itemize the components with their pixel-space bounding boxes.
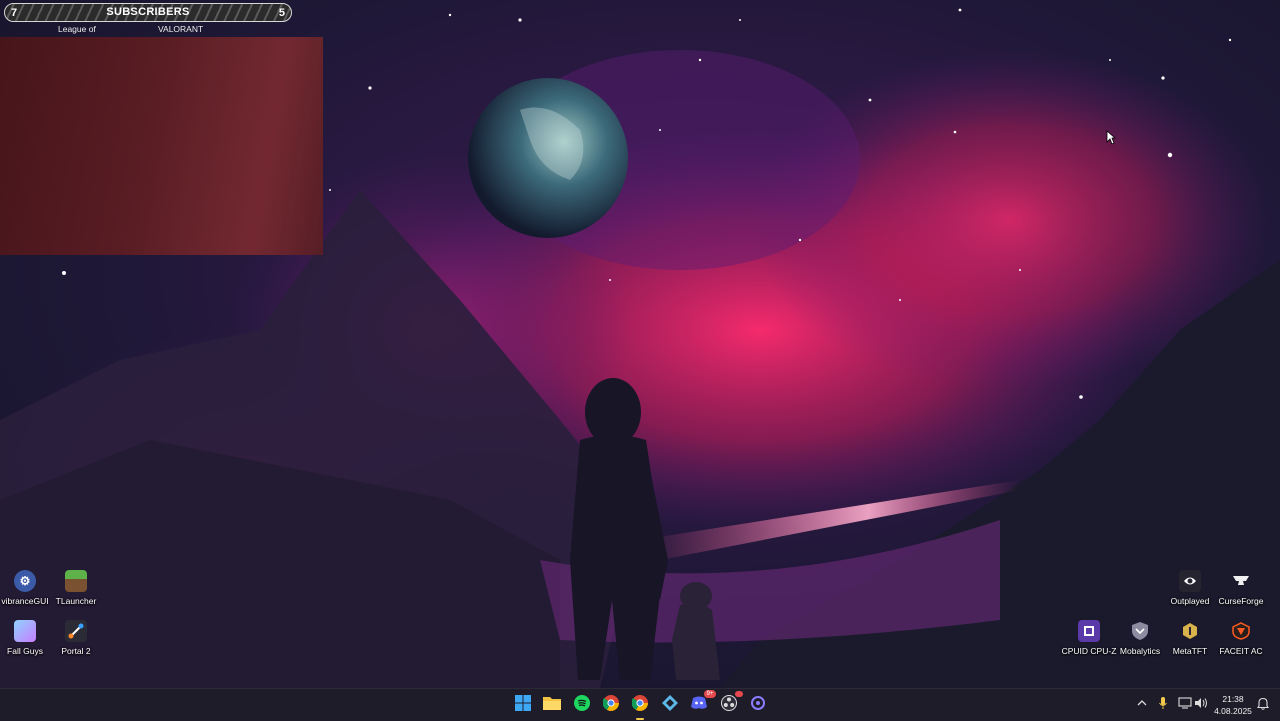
clock-time: 21:38 <box>1222 694 1244 704</box>
subscriber-goal-bar: 7 SUBSCRIBERS 5 <box>4 3 292 22</box>
obs-recording-dot <box>735 691 743 697</box>
start-button[interactable] <box>512 694 534 716</box>
taskbar-file-explorer[interactable] <box>541 694 563 716</box>
taskbar-app-diamond[interactable] <box>659 694 681 716</box>
chrome-icon <box>631 694 648 716</box>
desktop-icon-label: CurseForge <box>1218 596 1264 606</box>
desktop-icon-label: Portal 2 <box>61 646 91 656</box>
desktop-icon-portal-2[interactable]: Portal 2 <box>46 620 106 656</box>
desktop-icon-label: FACEIT AC <box>1219 646 1263 656</box>
volume-icon[interactable] <box>1194 697 1208 712</box>
webcam-overlay <box>0 37 323 255</box>
taskbar-discord[interactable]: 9+ <box>688 690 716 716</box>
gear-icon: ⚙ <box>14 570 36 592</box>
clock-date: 4.08.2025 <box>1214 706 1252 716</box>
subscriber-left-label: League of <box>58 24 96 34</box>
discord-icon <box>690 696 708 715</box>
desktop-icon-curseforge[interactable]: CurseForge <box>1211 570 1271 606</box>
desktop-icon-label: Mobalytics <box>1119 646 1161 656</box>
faceit-icon <box>1230 620 1252 642</box>
taskbar-app-circle[interactable] <box>747 694 769 716</box>
taskbar-obs[interactable] <box>718 691 743 716</box>
taskbar: 9+ 21:38 4.08.2025 <box>0 688 1280 721</box>
desktop-icon-label: MetaTFT <box>1172 646 1208 656</box>
desktop-icon-label: CPUID CPU-Z <box>1061 646 1117 656</box>
desktop-icon-faceit-ac[interactable]: FACEIT AC <box>1211 620 1271 656</box>
grass-block-icon <box>65 570 87 592</box>
discord-badge: 9+ <box>704 690 716 698</box>
circle-app-icon <box>751 695 765 715</box>
desktop-icon-label: vibranceGUI <box>1 596 49 606</box>
folder-icon <box>543 695 561 715</box>
tray-overflow-chevron-icon[interactable] <box>1137 698 1147 710</box>
chrome-icon <box>602 694 619 716</box>
desktop-icon-label: Outplayed <box>1170 596 1210 606</box>
notification-bell-icon[interactable] <box>1256 697 1270 713</box>
outplayed-icon <box>1179 570 1201 592</box>
desktop-icon-tlauncher[interactable]: TLauncher <box>46 570 106 606</box>
taskbar-spotify[interactable] <box>571 694 593 716</box>
mouse-cursor-icon <box>1106 130 1117 150</box>
taskbar-chrome[interactable] <box>600 694 622 716</box>
taskbar-chrome-active[interactable] <box>629 694 651 720</box>
obs-icon <box>721 694 737 716</box>
desktop-icon-label: Fall Guys <box>7 646 43 656</box>
fall-guys-icon <box>14 620 36 642</box>
cpu-z-icon <box>1078 620 1100 642</box>
portal-icon <box>65 620 87 642</box>
diamond-icon <box>662 694 678 716</box>
windows-logo-icon <box>515 694 531 716</box>
metatft-icon <box>1179 620 1201 642</box>
network-icon[interactable] <box>1178 697 1192 712</box>
subscriber-title: SUBSCRIBERS <box>106 6 190 18</box>
taskbar-clock[interactable]: 21:38 4.08.2025 <box>1208 693 1258 717</box>
spotify-icon <box>574 694 590 716</box>
microphone-icon[interactable] <box>1158 696 1168 713</box>
anvil-icon <box>1230 570 1252 592</box>
desktop-icon-label: TLauncher <box>55 596 97 606</box>
subscriber-right-label: VALORANT <box>158 24 204 34</box>
shield-icon <box>1129 620 1151 642</box>
